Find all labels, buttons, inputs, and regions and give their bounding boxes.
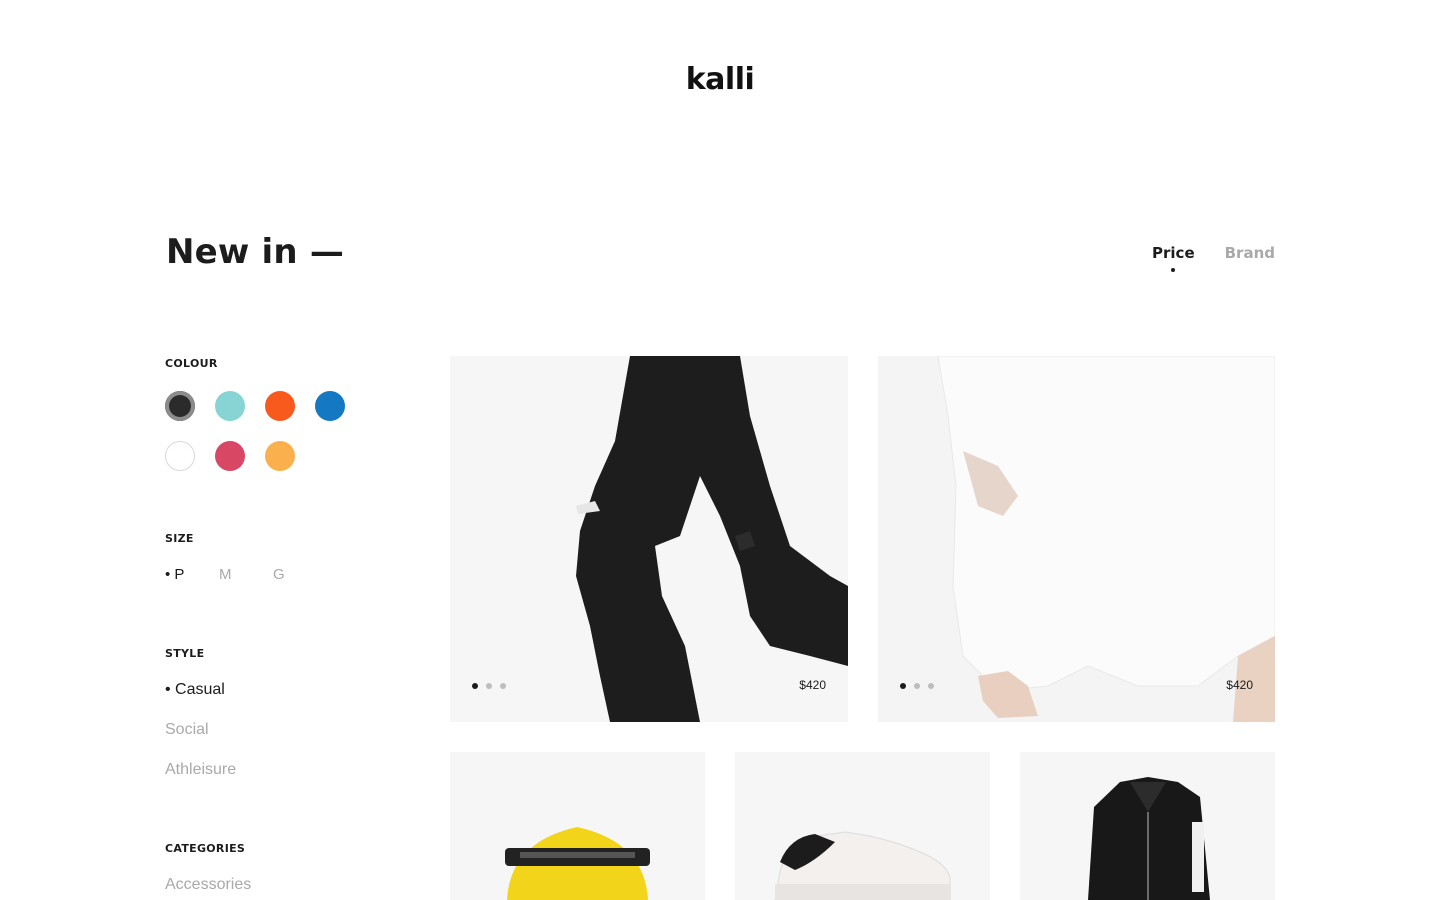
carousel-dot[interactable] xyxy=(928,683,934,689)
product-card-sneaker[interactable] xyxy=(735,752,990,900)
product-price: $420 xyxy=(799,678,826,692)
page-title: New in — xyxy=(166,232,345,272)
style-heading: STYLE xyxy=(165,647,205,660)
carousel-dot[interactable] xyxy=(914,683,920,689)
style-option-casual[interactable]: Casual xyxy=(165,681,225,699)
carousel-dot[interactable] xyxy=(900,683,906,689)
colour-swatch-pink[interactable] xyxy=(215,441,245,471)
sweater-image xyxy=(878,356,1275,722)
colour-swatch-blue[interactable] xyxy=(315,391,345,421)
style-option-athleisure[interactable]: Athleisure xyxy=(165,761,236,779)
carousel-dot[interactable] xyxy=(486,683,492,689)
image-carousel-dots[interactable] xyxy=(900,683,934,689)
logo[interactable]: kalli xyxy=(0,62,1440,97)
category-option-accessories[interactable]: Accessories xyxy=(165,876,251,894)
colour-swatch-white[interactable] xyxy=(165,441,195,471)
categories-heading: CATEGORIES xyxy=(165,842,246,855)
jacket-image xyxy=(1088,777,1210,900)
size-option-p[interactable]: P xyxy=(165,566,219,583)
size-option-g[interactable]: G xyxy=(273,566,327,583)
style-option-social[interactable]: Social xyxy=(165,721,209,739)
colour-swatch-black[interactable] xyxy=(165,391,195,421)
tab-price[interactable]: Price xyxy=(1152,244,1195,272)
size-heading: SIZE xyxy=(165,532,194,545)
visor-image xyxy=(505,827,650,900)
carousel-dot[interactable] xyxy=(472,683,478,689)
product-price: $420 xyxy=(1226,678,1253,692)
colour-swatch-orange[interactable] xyxy=(265,391,295,421)
sort-tabs: Price Brand xyxy=(1152,244,1275,272)
tab-brand[interactable]: Brand xyxy=(1225,244,1275,262)
product-card-jacket[interactable] xyxy=(1020,752,1275,900)
size-option-m[interactable]: M xyxy=(219,566,273,583)
product-card-jeans[interactable]: $420 xyxy=(450,356,848,722)
image-carousel-dots[interactable] xyxy=(472,683,506,689)
sneaker-image xyxy=(774,831,951,900)
colour-heading: COLOUR xyxy=(165,357,218,370)
product-card-visor[interactable] xyxy=(450,752,705,900)
size-options: P M G xyxy=(165,566,327,583)
colour-swatch-amber[interactable] xyxy=(265,441,295,471)
carousel-dot[interactable] xyxy=(500,683,506,689)
colour-swatch-aqua[interactable] xyxy=(215,391,245,421)
jeans-image xyxy=(576,356,848,722)
product-card-sweater[interactable]: $420 xyxy=(878,356,1275,722)
